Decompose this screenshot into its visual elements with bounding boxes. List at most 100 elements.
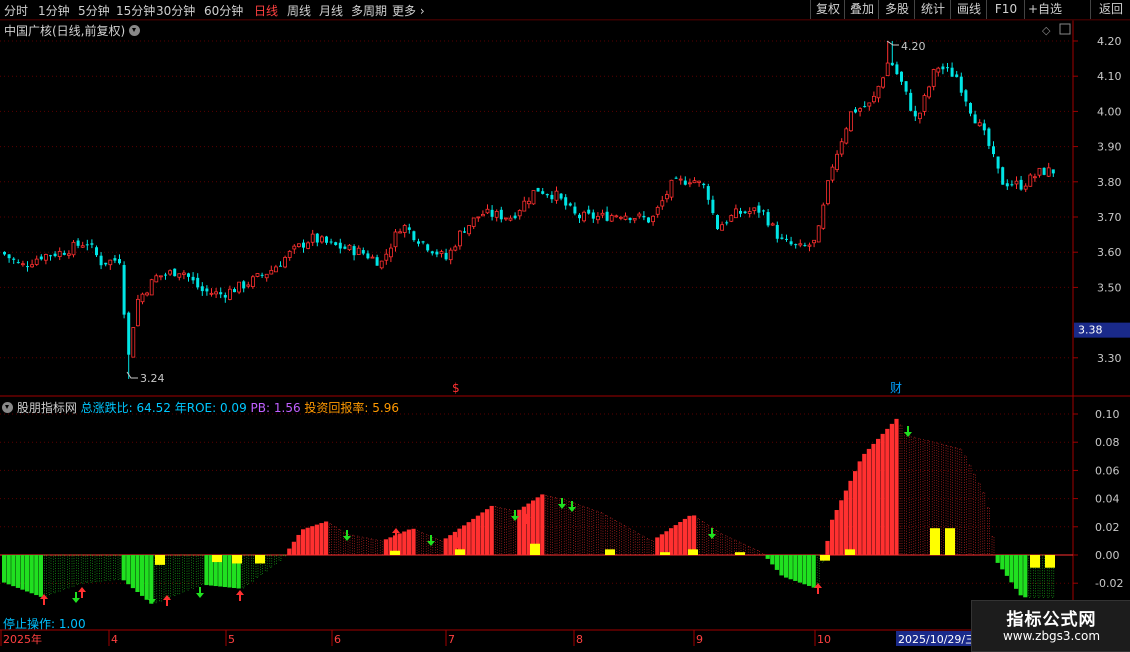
stock-chart[interactable]: 4.20 4.10 4.00 3.90 3.80 3.70 3.60 3.50 3.30 3.38… [0,0,1130,650]
indicator-bar-hollow [913,436,917,556]
candle-body [743,211,747,214]
indicator-tick-label: 0.08 [1095,436,1120,449]
indicator-tick-label: 0.06 [1095,464,1120,477]
indicator-bar-hollow [90,554,93,583]
indicator-tick-label: 0.10 [1095,408,1120,421]
yellow-block [845,549,855,555]
candle-body [977,122,982,127]
indicator-bar [121,555,126,581]
candle-body [596,215,600,221]
indicator-bar-hollow [600,512,604,556]
candle-body [131,327,136,358]
indicator-bar-hollow [757,550,760,556]
candle-body [697,180,701,183]
price-tick-label: 4.10 [1097,70,1122,83]
indicator-bar-hollow [361,536,365,556]
down-arrow-icon [708,528,716,539]
candle-body [904,81,908,92]
indicator-bar [779,555,784,576]
candle-body [99,255,103,266]
candle-body [108,259,113,266]
candle-body [1042,167,1046,175]
indicator-bar-hollow [333,526,337,556]
candle-body [57,251,62,258]
indicator-bar [673,525,678,555]
candle-body [716,215,719,230]
watermark-url: www.zbgs3.com [1002,629,1101,643]
indicator-bar [788,555,793,580]
candle-body [269,269,274,275]
candle-body [936,67,941,73]
high-pointer [886,40,899,46]
indicator-bar-hollow [508,509,512,556]
indicator-bar [839,500,844,555]
candle-body [927,86,931,98]
indicator-bar-hollow [264,554,268,572]
candle-body [854,109,857,113]
event-marker-cai: 财 [890,381,902,395]
candle-body [844,128,849,144]
candle-body [85,244,89,246]
yellow-block [820,555,830,561]
candle-body [872,95,876,103]
indicator-bar [34,555,39,596]
indicator-bar-hollow [752,548,756,556]
indicator-bar-hollow [182,554,185,593]
indicator-bar-hollow [439,540,443,556]
candle-body [393,231,398,248]
yellow-block [1030,555,1040,568]
indicator-bar [144,555,149,600]
candle-body [435,251,439,255]
indicator-bar-hollow [246,554,250,585]
candle-body [536,187,540,192]
indicator-bar-hollow [977,482,981,556]
candle-body [388,247,393,258]
candle-body [173,268,177,277]
candle-body [554,190,559,201]
indicator-bar-hollow [356,535,360,556]
indicator-bar-hollow [425,534,429,556]
indicator-bar-hollow [899,424,903,556]
indicator-bar-hollow [48,554,52,595]
indicator-bar [6,555,11,585]
candle-body [578,214,581,219]
candle-body [104,262,108,265]
candle-body [794,244,798,246]
indicator-bar [135,555,140,592]
yellow-block [945,528,955,555]
price-tick-label: 3.30 [1097,352,1122,365]
indicator-bar-hollow [366,537,369,556]
price-tick-label: 4.20 [1097,35,1122,48]
candle-body [508,217,513,221]
candle-body [582,211,586,222]
indicator-bar [774,555,779,570]
indicator-bar [894,418,899,555]
indicator-bar [204,555,209,586]
candle-body [816,225,821,243]
candle-body [803,245,807,247]
indicator-bar [834,510,839,555]
candle-body [329,241,333,243]
candle-body [946,67,949,69]
indicator-bar-hollow [959,448,963,556]
indicator-bar-hollow [379,540,383,556]
indicator-bar [291,541,296,555]
candle-body [463,231,466,233]
candle-body [426,244,430,251]
indicator-bar-hollow [701,521,705,556]
indicator-bar-hollow [577,504,581,556]
candle-body [587,209,591,214]
candle-body [338,242,342,249]
indicator-bar [2,555,7,583]
indicator-bar-hollow [619,522,622,556]
indicator-bar-hollow [724,535,728,556]
indicator-bar [140,555,145,596]
candle-body [513,215,517,219]
candle-body [421,241,425,243]
indicator-bar-hollow [605,514,608,556]
indicator-bar [305,527,310,555]
candle-body [209,292,214,295]
candle-body [302,242,305,248]
indicator-bar [876,438,881,555]
up-arrow-icon [236,590,244,601]
